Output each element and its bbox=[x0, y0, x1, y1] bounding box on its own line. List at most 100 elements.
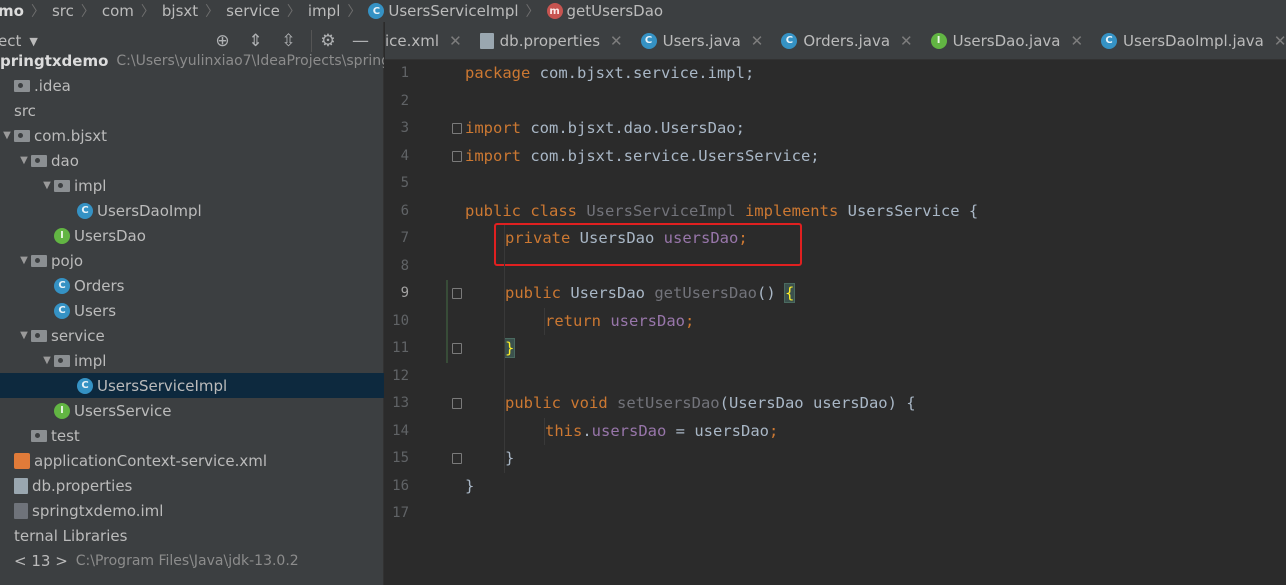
close-icon[interactable]: ✕ bbox=[1070, 32, 1083, 50]
code-line[interactable]: public class UsersServiceImpl implements… bbox=[465, 198, 978, 226]
line-number: 11 bbox=[392, 340, 409, 356]
code-line[interactable]: } bbox=[465, 473, 474, 501]
breadcrumb-item[interactable]: bjsxt bbox=[162, 2, 198, 20]
fold-marker-icon[interactable] bbox=[452, 123, 462, 134]
tree-item[interactable]: applicationContext-service.xml bbox=[0, 448, 384, 473]
interface-icon: I bbox=[54, 227, 70, 244]
folder-icon bbox=[14, 129, 30, 142]
chevron-down-icon[interactable]: ▼ bbox=[17, 255, 31, 266]
tree-item[interactable]: C UsersDaoImpl bbox=[0, 198, 384, 223]
tree-item[interactable]: ▼ pojo bbox=[0, 248, 384, 273]
tree-item[interactable]: C Orders bbox=[0, 273, 384, 298]
line-number: 10 bbox=[392, 312, 409, 329]
breadcrumb-separator-icon: 〉 bbox=[30, 4, 45, 20]
code-line[interactable]: import com.bjsxt.dao.UsersDao; bbox=[465, 115, 745, 143]
code-token: public void bbox=[505, 394, 608, 412]
module-file-icon bbox=[14, 502, 28, 519]
tree-item-label: service bbox=[51, 326, 105, 345]
fold-marker-icon[interactable] bbox=[452, 398, 462, 409]
chevron-down-icon[interactable]: ▼ bbox=[17, 330, 31, 341]
tree-item-label: springtxdemo.iml bbox=[32, 501, 164, 520]
fold-marker-icon[interactable] bbox=[452, 453, 462, 464]
chevron-down-icon[interactable]: ▼ bbox=[40, 355, 54, 366]
breadcrumb-item[interactable]: mo bbox=[0, 2, 24, 20]
properties-file-icon bbox=[14, 477, 28, 494]
line-number: 9 bbox=[400, 285, 409, 301]
code-token: usersDao bbox=[601, 311, 685, 330]
method-icon: m bbox=[546, 3, 563, 19]
breadcrumb-item[interactable]: service bbox=[226, 2, 280, 20]
line-number: 14 bbox=[392, 422, 409, 439]
close-icon[interactable]: ✕ bbox=[1274, 32, 1286, 50]
code-line[interactable]: package com.bjsxt.service.impl; bbox=[465, 60, 754, 88]
fold-marker-icon[interactable] bbox=[452, 288, 462, 299]
tree-item[interactable]: ▼ com.bjsxt bbox=[0, 123, 384, 148]
class-icon: C bbox=[54, 277, 70, 294]
class-icon: C bbox=[77, 377, 93, 394]
tree-item[interactable]: src bbox=[0, 98, 384, 123]
breadcrumb-item[interactable]: m getUsersDao bbox=[546, 2, 663, 20]
breadcrumb-item[interactable]: impl bbox=[308, 2, 340, 20]
code-line[interactable]: return usersDao; bbox=[545, 308, 694, 336]
tree-item[interactable]: ▼ impl bbox=[0, 348, 384, 373]
code-editor[interactable]: 1 2 3 4 5 6 7 8 9 10 11 12 13 14 15 16 17 package com.bj… bbox=[385, 60, 1286, 585]
editor-tab[interactable]: ice.xml ✕ bbox=[385, 22, 472, 59]
close-icon[interactable]: ✕ bbox=[900, 32, 913, 50]
chevron-down-icon[interactable]: ▼ bbox=[40, 180, 54, 191]
line-gutter: 1 2 3 4 5 6 7 8 9 10 11 12 13 14 15 16 17 bbox=[385, 60, 445, 585]
breadcrumb-item[interactable]: C UsersServiceImpl bbox=[368, 2, 519, 20]
editor-tab[interactable]: C Orders.java ✕ bbox=[773, 22, 922, 59]
editor-tab[interactable]: C UsersDaoImpl.java ✕ bbox=[1093, 22, 1286, 59]
tree-item[interactable]: C Users bbox=[0, 298, 384, 323]
editor-tab[interactable]: I UsersDao.java ✕ bbox=[923, 22, 1093, 59]
chevron-down-icon[interactable]: ▼ bbox=[0, 130, 14, 141]
folder-icon bbox=[31, 154, 47, 167]
chevron-down-icon[interactable]: ▼ bbox=[17, 155, 31, 166]
close-icon[interactable]: ✕ bbox=[751, 32, 764, 50]
tree-item-label: applicationContext-service.xml bbox=[34, 451, 268, 470]
code-line[interactable]: this.usersDao = usersDao; bbox=[545, 418, 778, 446]
close-icon[interactable]: ✕ bbox=[449, 32, 462, 50]
breadcrumb-item[interactable]: com bbox=[102, 2, 134, 20]
tree-item-label: db.properties bbox=[32, 476, 133, 495]
tree-item[interactable]: I UsersDao bbox=[0, 223, 384, 248]
fold-marker-icon[interactable] bbox=[452, 343, 462, 354]
editor-tab-label: Orders.java bbox=[803, 31, 891, 50]
breadcrumb-item[interactable]: src bbox=[52, 2, 74, 20]
code-line[interactable]: public void setUsersDao(UsersDao usersDa… bbox=[505, 390, 916, 418]
class-icon: C bbox=[640, 32, 657, 49]
tree-item[interactable]: .idea bbox=[0, 73, 384, 98]
tree-item[interactable]: pringtxdemo C:\Users\yulinxiao7\IdeaProje… bbox=[0, 48, 384, 73]
fold-marker-icon[interactable] bbox=[452, 150, 462, 162]
tree-item[interactable]: ▼ impl bbox=[0, 173, 384, 198]
tree-item[interactable]: ternal Libraries bbox=[0, 523, 384, 548]
breadcrumb-separator-icon: 〉 bbox=[205, 4, 220, 20]
tree-item[interactable]: test bbox=[0, 423, 384, 448]
editor-tab[interactable]: C Users.java ✕ bbox=[633, 22, 774, 59]
close-icon[interactable]: ✕ bbox=[610, 32, 623, 50]
editor-tab[interactable]: db.properties ✕ bbox=[472, 22, 633, 59]
tree-item[interactable]: ▼ service bbox=[0, 323, 384, 348]
line-number: 6 bbox=[400, 202, 409, 219]
tree-item-label: src bbox=[14, 101, 36, 120]
tree-item[interactable]: db.properties bbox=[0, 473, 384, 498]
tree-item[interactable]: < 13 > C:\Program Files\Java\jdk-13.0.2 bbox=[0, 548, 384, 573]
editor-tab-label: UsersDaoImpl.java bbox=[1123, 31, 1264, 50]
chevron-down-icon[interactable]: ▼ bbox=[29, 35, 37, 48]
code-line[interactable]: import com.bjsxt.service.UsersService; bbox=[465, 143, 820, 171]
tree-item[interactable]: springtxdemo.iml bbox=[0, 498, 384, 523]
project-panel: ect ▼ ⊕ ⇕ ⇳ ⚙ — pringtxdemo C:\Users\yuli… bbox=[0, 22, 384, 585]
tree-item[interactable]: C UsersServiceImpl bbox=[0, 373, 384, 398]
interface-icon: I bbox=[54, 402, 70, 419]
tree-item-label: Users bbox=[74, 301, 117, 320]
code-line[interactable]: public UsersDao getUsersDao() { bbox=[505, 280, 796, 308]
tree-item[interactable]: ▼ dao bbox=[0, 148, 384, 173]
code-line[interactable]: } bbox=[505, 445, 514, 473]
code-line[interactable]: } bbox=[503, 335, 516, 363]
folder-icon bbox=[31, 329, 47, 342]
code-token: } bbox=[503, 338, 516, 358]
folder-icon bbox=[54, 179, 70, 192]
code-token: ; bbox=[768, 421, 779, 440]
tree-item-label: ternal Libraries bbox=[14, 526, 128, 545]
tree-item[interactable]: I UsersService bbox=[0, 398, 384, 423]
